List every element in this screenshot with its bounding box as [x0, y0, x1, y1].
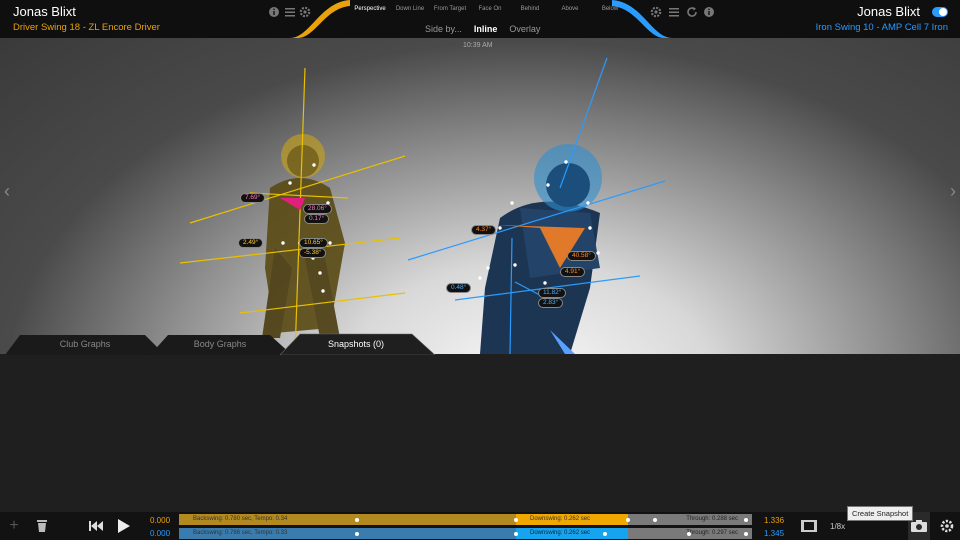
marker-dot[interactable] [603, 531, 607, 536]
marker-dot[interactable] [355, 531, 359, 536]
snapshots-panel [0, 354, 960, 512]
blue-downswing-segment[interactable]: Downswing: 0.262 sec [516, 528, 628, 539]
bottom-tabs: Club Graphs Body Graphs Snapshots (0) [0, 333, 960, 355]
tab-snapshots[interactable]: Snapshots (0) [300, 333, 412, 355]
list-icon[interactable] [284, 6, 296, 18]
blue-end-time: 1.345 [764, 529, 785, 538]
blue-backswing-segment[interactable]: Backswing: 0.786 sec, Tempo: 0.33 [179, 528, 516, 539]
view-tabs: Perspective Down Line From Target Face O… [350, 6, 630, 12]
right-info-icon[interactable] [703, 6, 715, 18]
marker-dot[interactable] [514, 517, 518, 522]
view-tab-behind[interactable]: Behind [510, 6, 550, 12]
right-player-name: Jonas Blixt [857, 4, 920, 19]
gear-icon[interactable] [299, 6, 311, 18]
left-player-name: Jonas Blixt [13, 4, 76, 19]
create-snapshot-tooltip: Create Snapshot [847, 506, 914, 521]
marker-dot[interactable] [355, 517, 359, 522]
rewind-icon[interactable] [88, 512, 104, 540]
right-swing-title[interactable]: Iron Swing 10 - AMP Cell 7 Iron [816, 22, 948, 33]
orange-swing-track[interactable]: Backswing: 0.780 sec, Tempo: 0.34 Downsw… [179, 514, 752, 525]
film-icon[interactable] [800, 512, 818, 540]
timeline-bar: + 0.000 0.000 Backswing: 0.780 sec, Temp… [0, 512, 960, 540]
refresh-icon[interactable] [686, 6, 698, 18]
orange-end-time: 1.336 [764, 516, 785, 525]
angle-label: 40.58° [567, 251, 596, 261]
marker-dot[interactable] [744, 531, 748, 536]
app: Jonas Blixt Driver Swing 18 - ZL Encore … [0, 0, 960, 540]
blue-start-time: 0.000 [150, 529, 171, 538]
view-tab-from-target[interactable]: From Target [430, 6, 470, 12]
trash-icon[interactable] [34, 512, 50, 540]
angle-label: 4.37° [471, 225, 497, 235]
3d-viewport[interactable]: 10:39 AM ‹ › 7.69° 28.06° 0.17° 2.49° 10… [0, 38, 960, 354]
angle-label: 11.82° [538, 288, 567, 298]
orange-downswing-segment[interactable]: Downswing: 0.262 sec [516, 514, 628, 525]
play-icon[interactable] [116, 512, 132, 540]
tab-club-graphs[interactable]: Club Graphs [20, 333, 150, 355]
orange-backswing-segment[interactable]: Backswing: 0.780 sec, Tempo: 0.34 [179, 514, 516, 525]
blue-swing-track[interactable]: Backswing: 0.786 sec, Tempo: 0.33 Downsw… [179, 528, 752, 539]
marker-dot[interactable] [744, 517, 748, 522]
angle-label: 0.48° [446, 283, 472, 293]
left-swing-title[interactable]: Driver Swing 18 - ZL Encore Driver [13, 22, 160, 33]
prev-arrow-icon[interactable]: ‹ [4, 181, 10, 202]
view-tab-face-on[interactable]: Face On [470, 6, 510, 12]
view-tab-above[interactable]: Above [550, 6, 590, 12]
view-tab-down-line[interactable]: Down Line [390, 6, 430, 12]
marker-dot[interactable] [626, 517, 630, 522]
marker-dot[interactable] [514, 531, 518, 536]
blue-golfer [480, 144, 602, 354]
tab-body-graphs[interactable]: Body Graphs [165, 333, 275, 355]
orange-start-time: 0.000 [150, 516, 171, 525]
angle-label: 28.06° [303, 204, 332, 214]
right-gear-icon[interactable] [650, 6, 662, 18]
gold-golfer [262, 134, 345, 338]
mode-tabs: Side by... Inline Overlay [425, 24, 540, 34]
angle-label: 2.49° [238, 238, 264, 248]
next-arrow-icon[interactable]: › [950, 181, 956, 202]
right-list-icon[interactable] [668, 6, 680, 18]
mode-tab-side-by-side[interactable]: Side by... [425, 24, 462, 34]
golfer-figures [179, 57, 666, 354]
angle-label: 0.17° [304, 214, 330, 224]
settings-gear-icon[interactable] [938, 512, 956, 540]
mode-tab-overlay[interactable]: Overlay [509, 24, 540, 34]
marker-dot[interactable] [653, 517, 657, 522]
info-icon[interactable] [268, 6, 280, 18]
playback-speed[interactable]: 1/8x [830, 522, 845, 531]
angle-label: -5.38° [299, 248, 327, 258]
header-bar: Jonas Blixt Driver Swing 18 - ZL Encore … [0, 0, 960, 38]
orange-through-segment[interactable]: Through: 0.288 sec [628, 514, 752, 525]
add-icon[interactable]: + [6, 512, 22, 540]
view-tab-perspective[interactable]: Perspective [350, 6, 390, 12]
compare-toggle[interactable] [932, 7, 948, 17]
angle-label: 7.69° [240, 193, 266, 203]
angle-label: 10.65° [299, 238, 328, 248]
view-tab-below[interactable]: Below [590, 6, 630, 12]
marker-dot[interactable] [687, 531, 691, 536]
angle-label: 4.91° [560, 267, 586, 277]
angle-label: 2.83° [538, 298, 564, 308]
mode-tab-inline[interactable]: Inline [474, 24, 498, 34]
